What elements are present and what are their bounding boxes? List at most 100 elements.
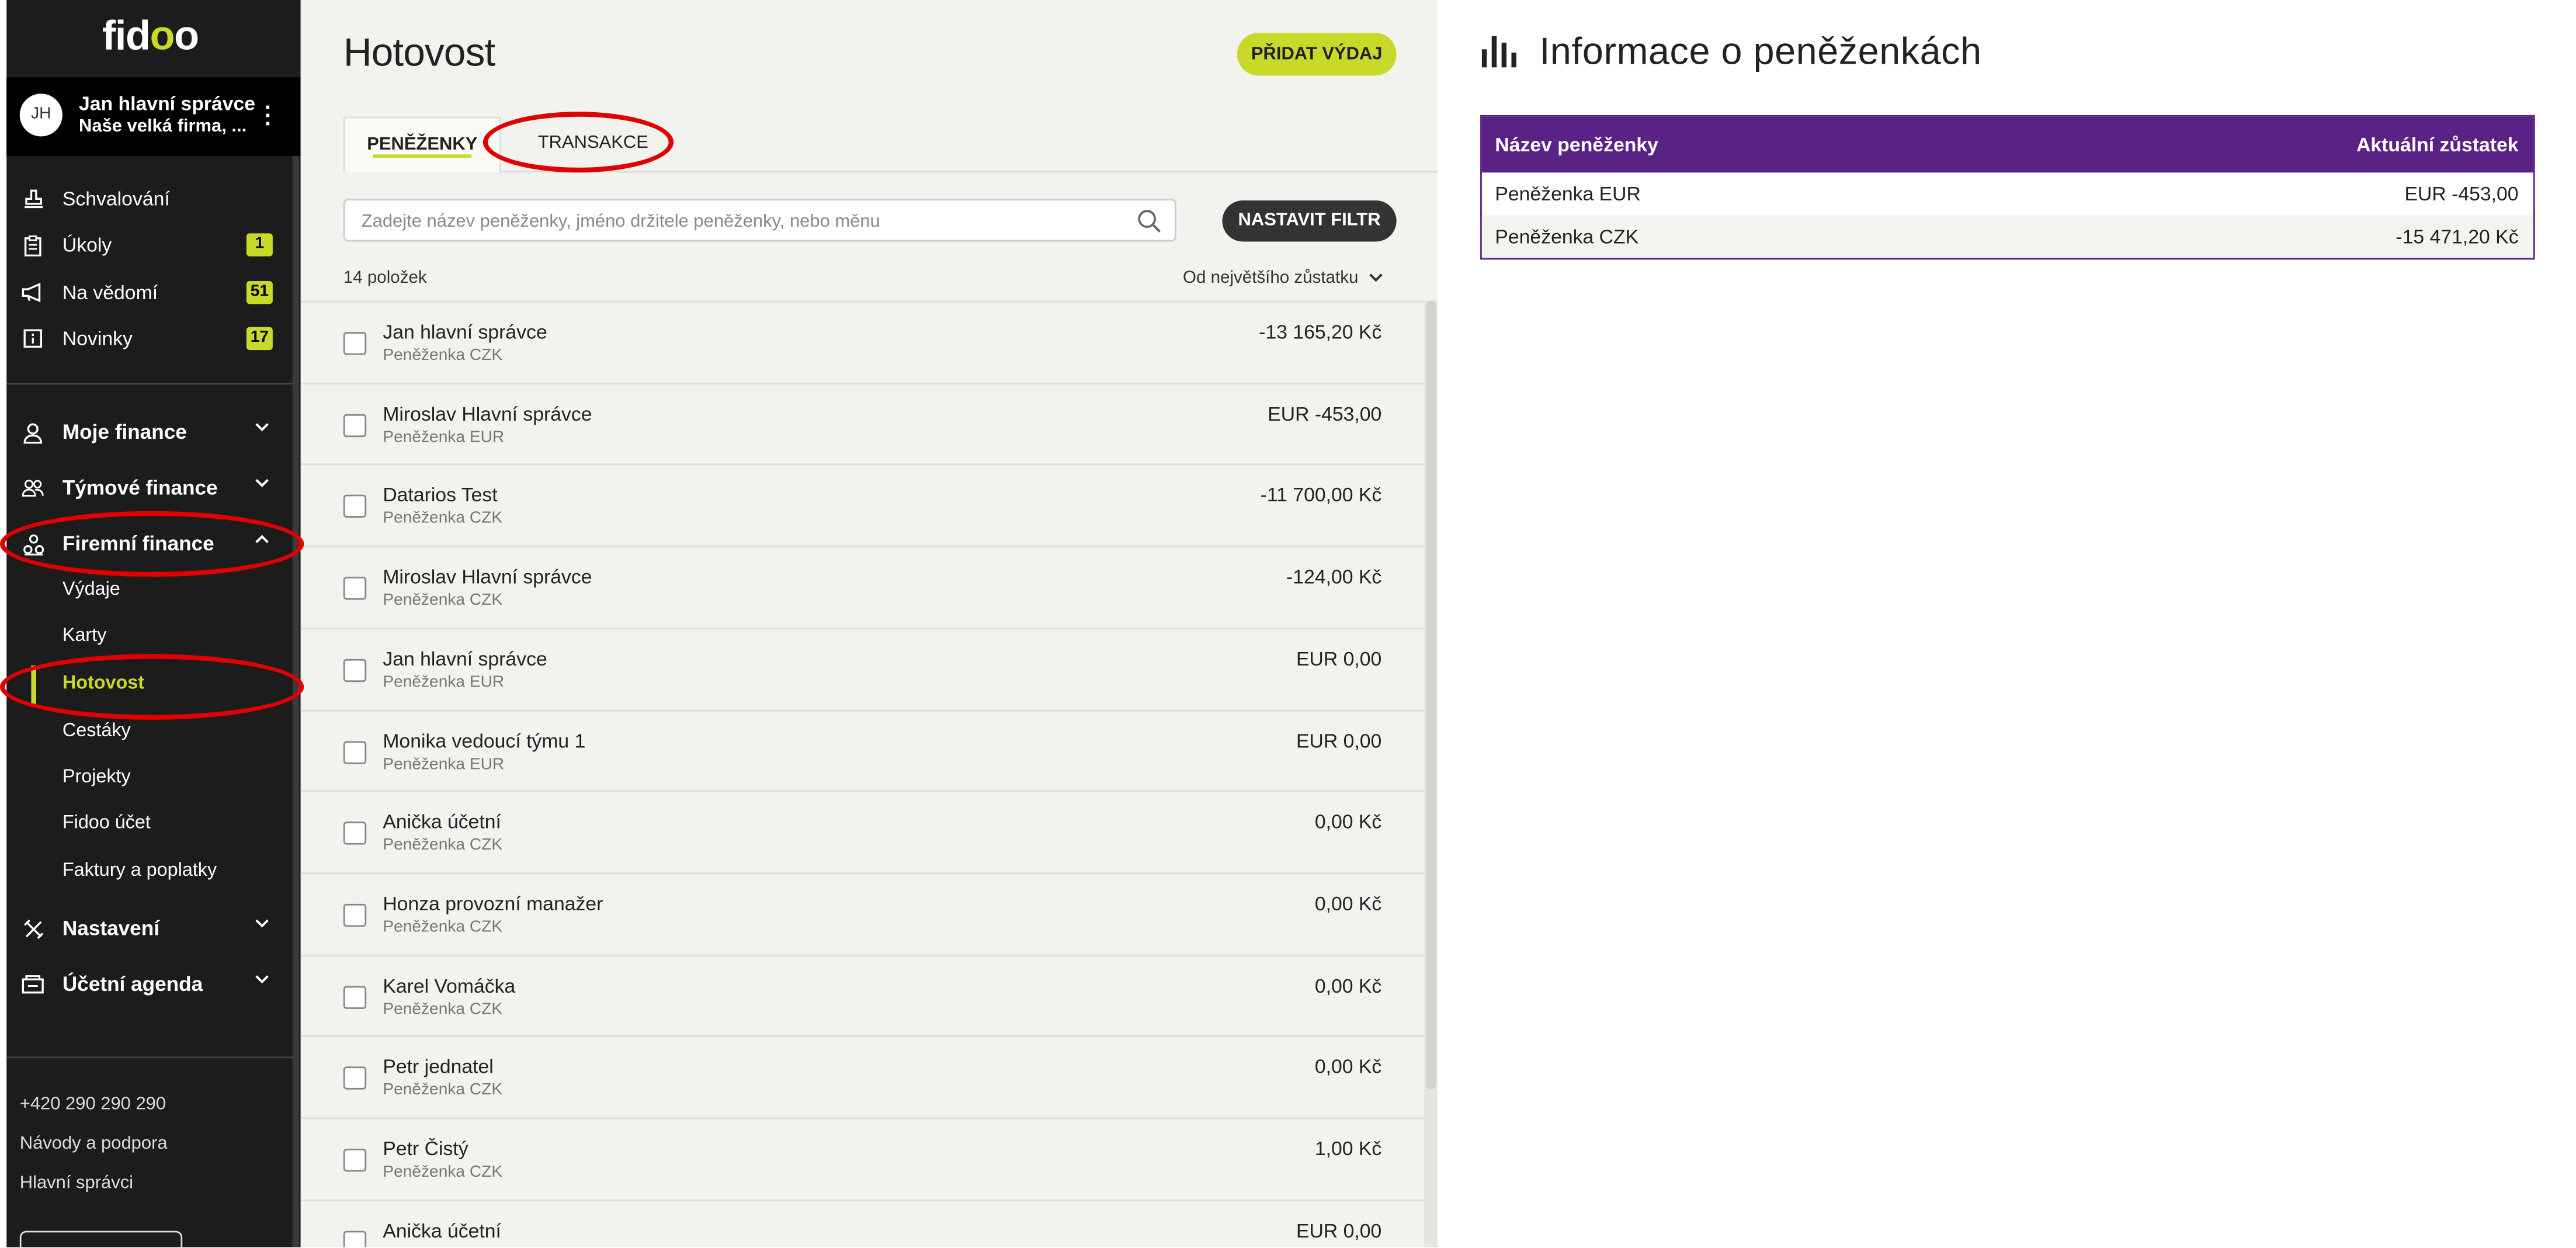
table-row[interactable]: Jan hlavní správce Peněženka CZK -13 165,2… <box>300 300 1425 383</box>
row-checkbox[interactable] <box>343 1230 367 1247</box>
set-filter-button[interactable]: NASTAVIT FILTR <box>1222 200 1397 242</box>
footer-button[interactable] <box>19 1230 183 1247</box>
search-icon[interactable] <box>1137 209 1161 233</box>
bar-chart-icon <box>1480 33 1520 69</box>
subnav-fidoo-ucet[interactable]: Fidoo účet <box>63 813 151 833</box>
row-checkbox[interactable] <box>343 821 367 845</box>
table-row[interactable]: Petr Čistý Peněženka CZK 1,00 Kč <box>300 1117 1425 1200</box>
row-checkbox[interactable] <box>343 740 367 764</box>
logo-accent: o <box>150 13 175 60</box>
wallet-type: Peněženka EUR <box>383 755 505 774</box>
sidebar-edge <box>0 0 7 1247</box>
table-row[interactable]: Petr jednatel Peněženka CZK 0,00 Kč <box>300 1035 1425 1118</box>
wallet-type: Peněženka EUR <box>383 428 505 447</box>
tab-penezenky[interactable]: PENĚŽENKY <box>343 116 501 173</box>
news-icon <box>22 327 44 350</box>
page-title: Hotovost <box>343 31 495 76</box>
logo-part: fid <box>102 13 151 60</box>
wallet-type: Peněženka EUR <box>383 673 505 692</box>
admins-link[interactable]: Hlavní správci <box>20 1173 133 1193</box>
sidebar-item-schvalovani[interactable]: Schvalování <box>6 179 286 219</box>
annotation-circle-hotovost <box>0 654 304 720</box>
subnav-faktury[interactable]: Faktury a poplatky <box>63 861 217 881</box>
holder-name: Petr jednatel <box>383 1055 494 1079</box>
table-row[interactable]: Jan hlavní správce Peněženka EUR EUR 0,00 <box>300 627 1425 710</box>
sidebar-divider <box>6 1056 294 1059</box>
row-checkbox[interactable] <box>343 332 367 355</box>
user-name: Jan hlavní správce <box>79 92 256 115</box>
sidebar-item-tymove-finance[interactable]: Týmové finance <box>6 469 286 508</box>
table-row[interactable]: Anička účetní Peněženka CZK 0,00 Kč <box>300 791 1425 873</box>
support-phone[interactable]: +420 290 290 290 <box>20 1094 166 1114</box>
wallet-type: Peněženka CZK <box>383 1000 503 1018</box>
scrollbar-thumb[interactable] <box>1426 300 1436 1090</box>
table-row[interactable]: Miroslav Hlavní správce Peněženka CZK -124… <box>300 546 1425 628</box>
sort-label: Od největšího zůstatku <box>1183 268 1359 288</box>
subnav-projekty[interactable]: Projekty <box>63 767 131 787</box>
table-row[interactable]: Datarios Test Peněženka CZK -11 700,00 Kč <box>300 464 1425 546</box>
wallet-type: Peněženka CZK <box>383 837 503 855</box>
add-expense-button[interactable]: PŘIDAT VÝDAJ <box>1237 33 1397 76</box>
row-checkbox[interactable] <box>343 1148 367 1172</box>
wallet-amount: -124,00 Kč <box>1286 565 1382 589</box>
logo-part: o <box>174 13 199 60</box>
tab-label: PENĚŽENKY <box>367 134 478 155</box>
count-badge: 51 <box>246 280 273 304</box>
holder-name: Honza provozní manažer <box>383 892 603 916</box>
row-checkbox[interactable] <box>343 495 367 519</box>
sidebar: fidoo JH Jan hlavní správce Naše velká f… <box>0 0 301 1247</box>
search-input[interactable] <box>358 205 1121 238</box>
sort-dropdown[interactable]: Od největšího zůstatku <box>1183 268 1383 287</box>
accounting-icon <box>22 973 44 996</box>
holder-name: Jan hlavní správce <box>383 647 547 670</box>
sidebar-item-label: Týmové finance <box>62 476 218 500</box>
subnav-karty[interactable]: Karty <box>63 626 106 646</box>
chevron-down-icon <box>1368 273 1383 283</box>
holder-name: Anička účetní <box>383 810 501 834</box>
count-badge: 1 <box>246 233 273 256</box>
sidebar-item-ukoly[interactable]: Úkoly 1 <box>6 225 286 265</box>
sidebar-scrollbar[interactable] <box>292 156 299 1247</box>
table-row[interactable]: Monika vedoucí týmu 1 Peněženka EUR EUR 0,… <box>300 709 1425 792</box>
chevron-down-icon <box>255 478 269 488</box>
sidebar-item-novinky[interactable]: Novinky 17 <box>6 319 286 359</box>
help-link[interactable]: Návody a podpora <box>20 1134 168 1154</box>
wallet-amount: 0,00 Kč <box>1314 973 1382 997</box>
holder-name: Miroslav Hlavní správce <box>383 565 592 589</box>
table-row[interactable]: Peněženka CZK -15 471,20 Kč <box>1481 215 2533 258</box>
list-scrollbar[interactable] <box>1424 300 1438 1247</box>
row-checkbox[interactable] <box>343 985 367 1008</box>
user-menu[interactable]: JH Jan hlavní správce Naše velká firma, … <box>6 77 301 157</box>
user-icon <box>22 421 44 443</box>
row-checkbox[interactable] <box>343 577 367 600</box>
fidoo-logo[interactable]: fidoo <box>0 13 301 61</box>
wallet-amount: 1,00 Kč <box>1314 1137 1382 1160</box>
wallet-type: Peněženka CZK <box>383 918 503 937</box>
sidebar-item-moje-finance[interactable]: Moje finance <box>6 412 286 452</box>
table-row[interactable]: Honza provozní manažer Peněženka CZK 0,00 … <box>300 872 1425 955</box>
megaphone-icon <box>22 281 44 304</box>
subnav-vydaje[interactable]: Výdaje <box>63 580 120 600</box>
table-row[interactable]: Karel Vomáčka Peněženka CZK 0,00 Kč <box>300 954 1425 1036</box>
table-row[interactable]: Anička účetní EUR 0,00 <box>300 1199 1425 1247</box>
row-checkbox[interactable] <box>343 658 367 682</box>
wallet-amount: -13 165,20 Kč <box>1259 320 1382 344</box>
sidebar-item-nastaveni[interactable]: Nastavení <box>6 909 286 948</box>
row-checkbox[interactable] <box>343 1067 367 1090</box>
holder-name: Jan hlavní správce <box>383 320 547 344</box>
holder-name: Anička účetní <box>383 1218 501 1242</box>
panel-title: Informace o peněženkách <box>1539 29 1982 72</box>
table-row[interactable]: Peněženka EUR EUR -453,00 <box>1482 172 2533 215</box>
wallet-type: Peněženka CZK <box>383 591 503 610</box>
wallet-summary-table: Název peněženky Aktuální zůstatek Peněže… <box>1480 115 2535 260</box>
row-checkbox[interactable] <box>343 413 367 437</box>
subnav-cestaky[interactable]: Cestáky <box>63 722 131 741</box>
wallet-amount: 0,00 Kč <box>1314 810 1382 834</box>
item-count: 14 položek <box>343 268 427 288</box>
wallet-type: Peněženka CZK <box>383 509 503 528</box>
more-vertical-icon[interactable]: · · · <box>265 95 272 135</box>
row-checkbox[interactable] <box>343 903 367 927</box>
sidebar-item-na-vedomi[interactable]: Na vědomí 51 <box>6 273 286 313</box>
table-row[interactable]: Miroslav Hlavní správce Peněženka EUR EUR … <box>300 382 1425 464</box>
sidebar-item-ucetni-agenda[interactable]: Účetní agenda <box>6 965 286 1004</box>
